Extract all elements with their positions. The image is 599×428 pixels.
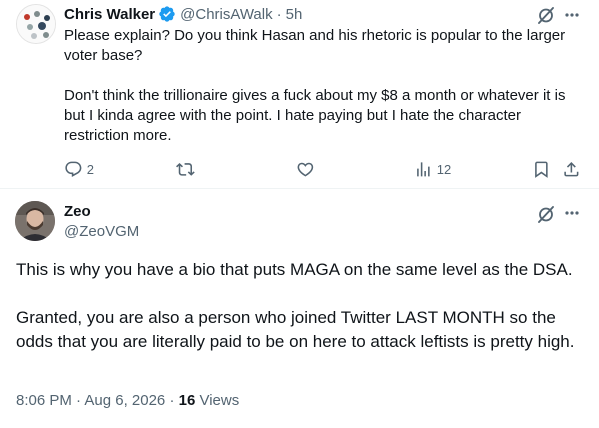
reply-count: 2 [86,161,94,177]
views-button[interactable]: 12 [414,160,451,179]
like-icon [296,160,315,179]
reply-action-bar: 2 12 [64,158,584,182]
reply-text: Please explain? Do you think Hasan and h… [64,27,566,144]
views-count: 12 [436,161,452,177]
reply-icon [64,160,83,179]
retweet-icon [176,160,195,179]
bookmark-button[interactable] [532,160,551,179]
views-label: Views [195,392,240,409]
separator-dot: · [276,5,282,23]
avatar[interactable] [15,201,55,241]
views-icon [414,160,433,179]
grok-icon[interactable] [536,5,556,25]
reply-button[interactable]: 2 [64,160,94,179]
author-name[interactable]: Zeo [64,203,91,220]
grok-icon[interactable] [536,204,556,224]
more-icon[interactable] [562,203,582,223]
reply-tweet[interactable]: Chris Walker @ChrisAWalk · 5h Please exp… [0,0,599,186]
tweet-meta: 8:06 PM · Aug 6, 2026 · 16 Views [16,392,239,409]
retweet-button[interactable] [176,160,195,179]
tweet-timestamp[interactable]: 8:06 PM · Aug 6, 2026 [16,392,165,409]
author-handle[interactable]: @ChrisAWalk [180,6,272,23]
bookmark-icon [532,160,551,179]
share-button[interactable] [562,160,581,179]
avatar[interactable] [16,4,56,44]
post-time[interactable]: 5h [286,6,303,23]
like-button[interactable] [296,160,315,179]
divider [0,188,599,189]
more-icon[interactable] [562,5,582,25]
verified-badge-icon[interactable] [158,5,176,23]
views-count: 16 [178,392,196,409]
tweet-text: This is why you have a bio that puts MAG… [16,260,575,351]
author-name[interactable]: Chris Walker [64,6,155,23]
author-handle[interactable]: @ZeoVGM [64,223,139,240]
share-icon [562,160,581,179]
meta-separator: · [165,392,179,409]
